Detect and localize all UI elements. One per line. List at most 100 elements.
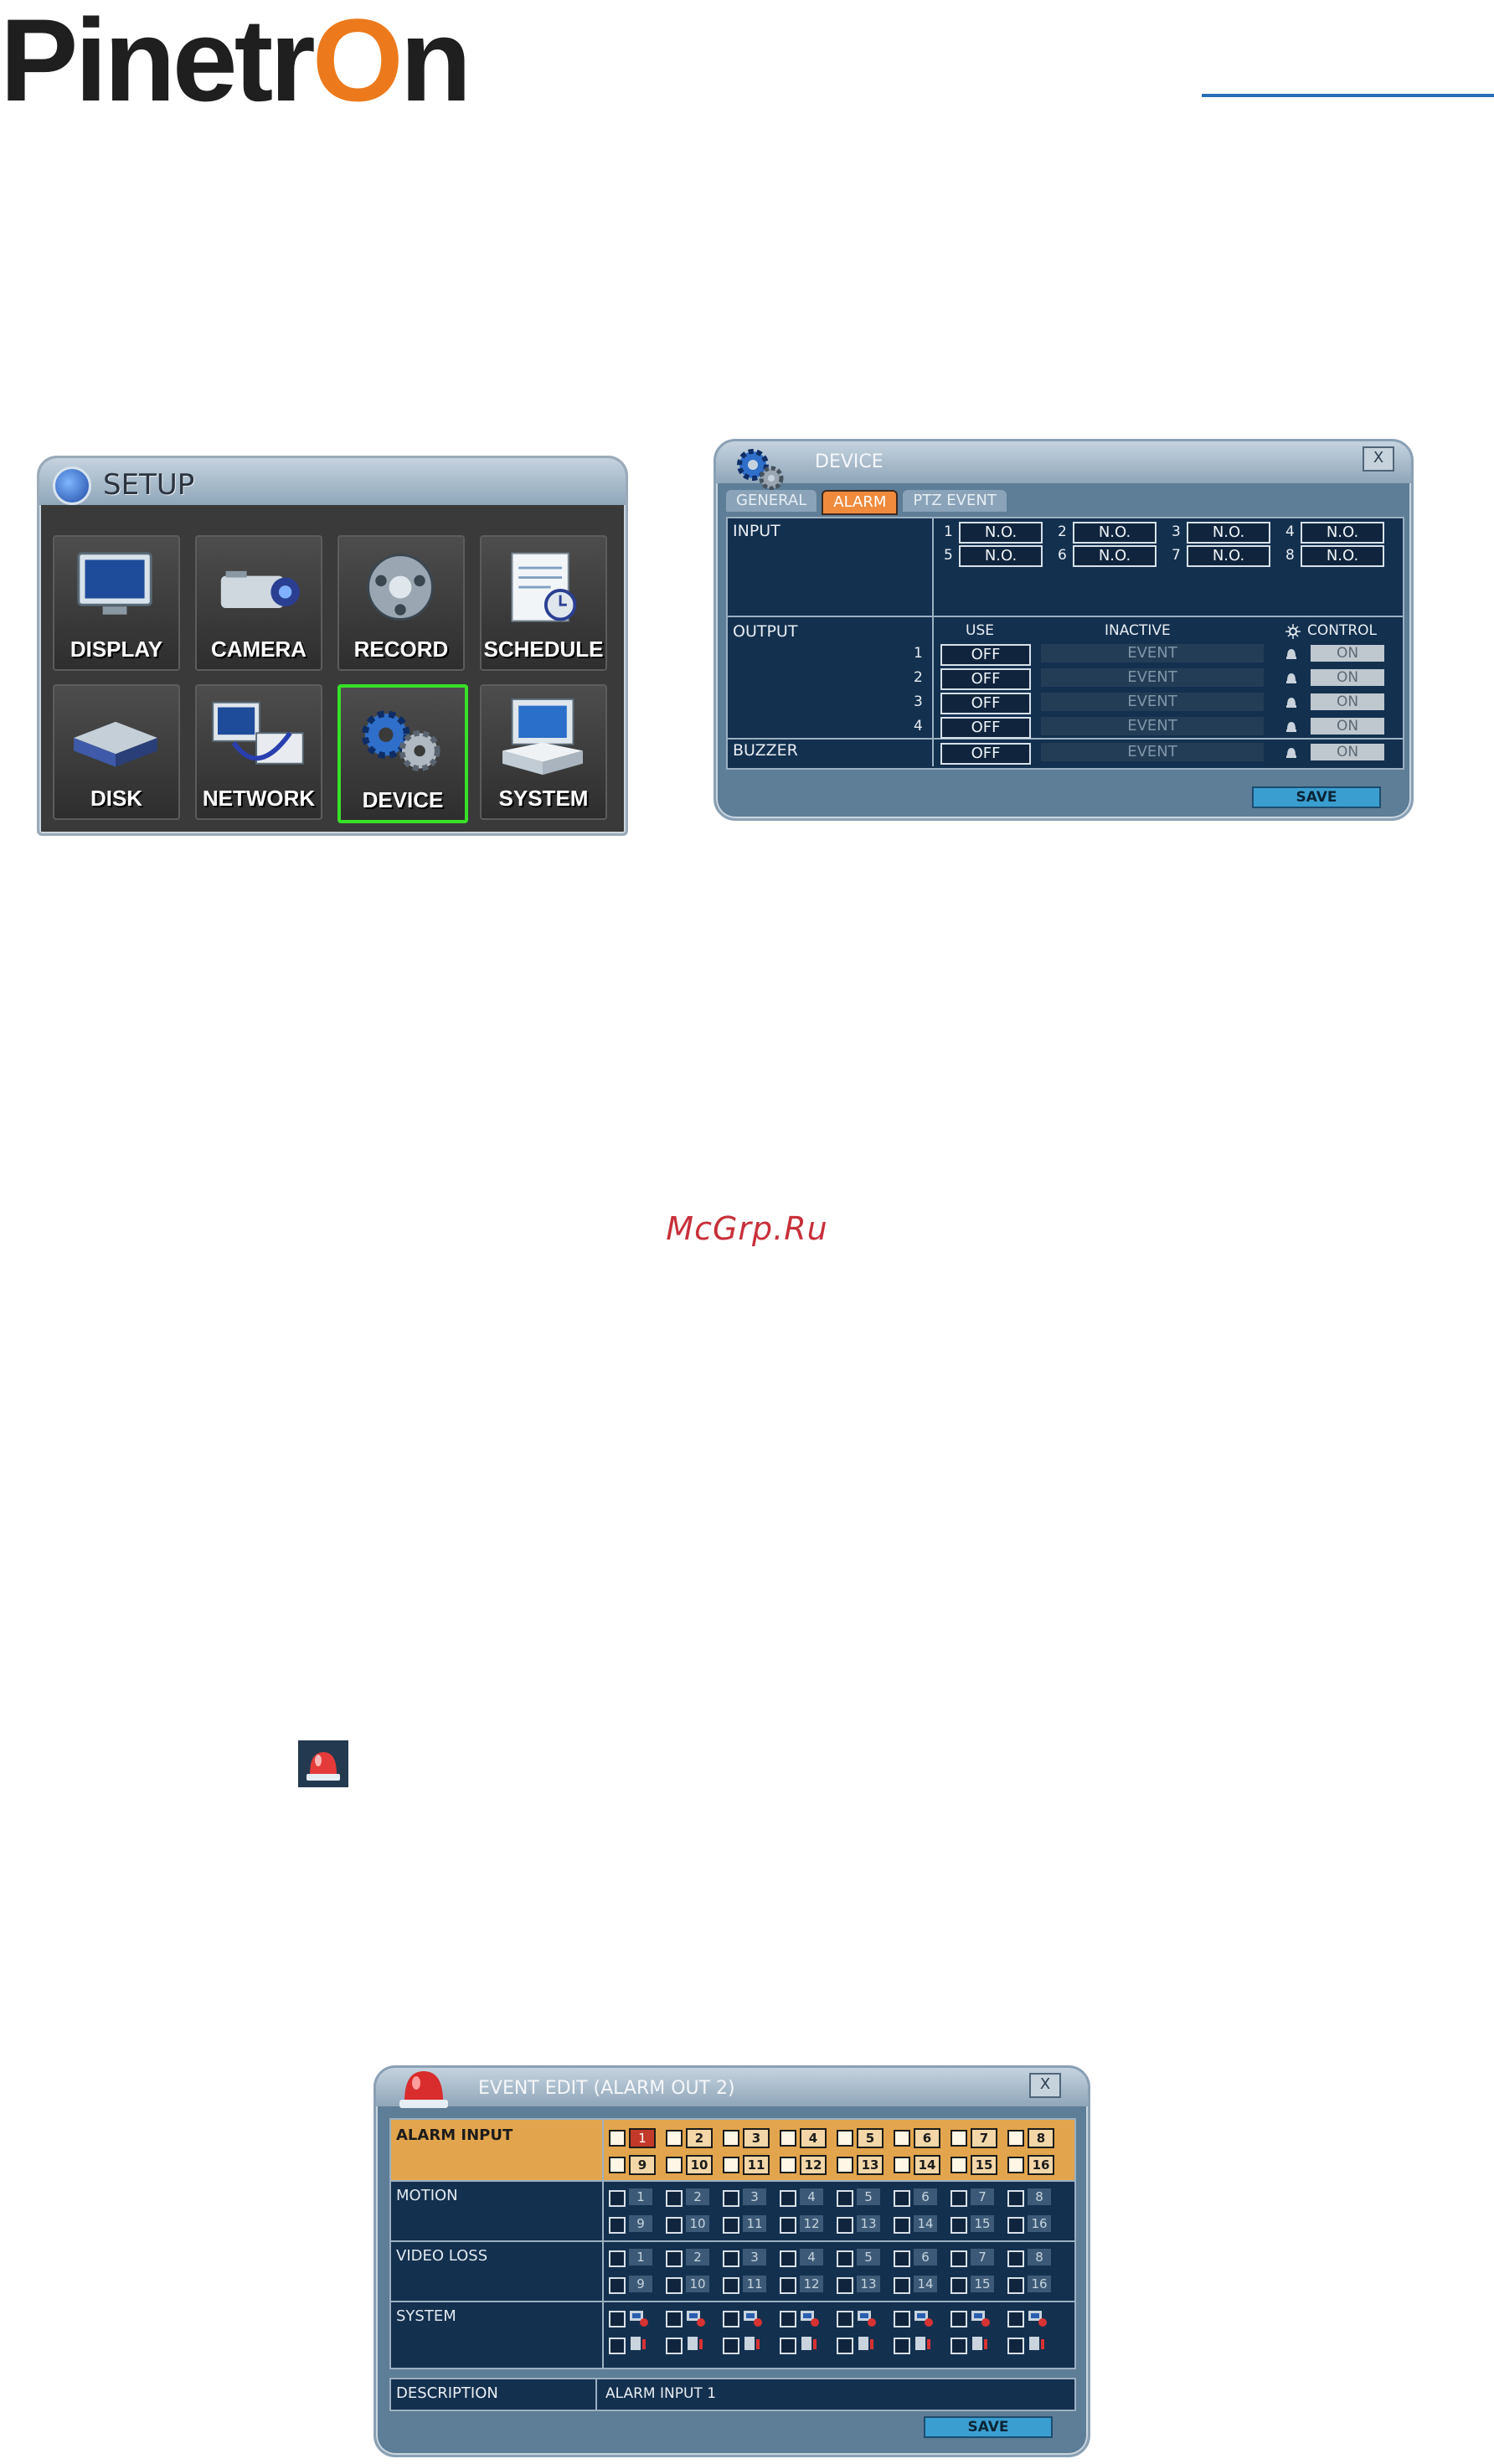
event-checkbox[interactable]	[950, 2190, 967, 2207]
event-checkbox[interactable]	[1007, 2250, 1024, 2267]
event-checkbox[interactable]	[950, 2277, 967, 2294]
event-checkbox[interactable]	[894, 2217, 910, 2234]
event-checkbox[interactable]	[723, 2157, 739, 2173]
close-icon[interactable]: X	[1363, 446, 1394, 472]
setup-tile-disk[interactable]: DISK	[53, 684, 180, 820]
event-checkbox[interactable]	[723, 2250, 739, 2267]
event-checkbox[interactable]	[894, 2277, 910, 2294]
inactive-select[interactable]: EVENT	[1041, 668, 1264, 687]
event-checkbox[interactable]	[666, 2157, 683, 2173]
use-select[interactable]: OFF	[940, 644, 1031, 666]
event-row-label[interactable]: VIDEO LOSS	[391, 2240, 602, 2301]
input-type-select[interactable]: N.O.	[1187, 522, 1270, 544]
event-checkbox[interactable]	[950, 2311, 967, 2327]
input-type-select[interactable]: N.O.	[1073, 545, 1157, 567]
event-checkbox[interactable]	[666, 2130, 683, 2147]
event-checkbox[interactable]	[1007, 2277, 1024, 2294]
tab-general[interactable]: GENERAL	[726, 490, 817, 512]
setup-tile-display[interactable]: DISPLAY	[53, 535, 180, 671]
event-checkbox[interactable]	[609, 2250, 626, 2267]
event-checkbox[interactable]	[723, 2217, 739, 2234]
inactive-select[interactable]: EVENT	[1041, 644, 1264, 662]
event-checkbox[interactable]	[1007, 2338, 1024, 2354]
event-checkbox[interactable]	[609, 2130, 626, 2147]
event-checkbox[interactable]	[950, 2250, 967, 2267]
event-checkbox[interactable]	[780, 2311, 796, 2327]
use-select[interactable]: OFF	[940, 743, 1031, 765]
description-value[interactable]: ALARM INPUT 1	[605, 2385, 716, 2402]
event-checkbox[interactable]	[780, 2157, 796, 2173]
input-type-select[interactable]: N.O.	[1301, 522, 1384, 544]
event-checkbox[interactable]	[780, 2130, 796, 2147]
event-checkbox[interactable]	[837, 2130, 853, 2147]
event-checkbox[interactable]	[780, 2217, 796, 2234]
event-checkbox[interactable]	[894, 2157, 910, 2173]
event-checkbox[interactable]	[837, 2157, 853, 2173]
event-checkbox[interactable]	[1007, 2190, 1024, 2207]
setup-tile-network[interactable]: NETWORK	[195, 684, 322, 820]
event-checkbox[interactable]	[723, 2338, 739, 2354]
setup-tile-record[interactable]: RECORD	[337, 535, 465, 671]
event-checkbox[interactable]	[609, 2277, 626, 2294]
event-checkbox[interactable]	[609, 2157, 626, 2173]
event-checkbox[interactable]	[837, 2311, 853, 2327]
control-on-button[interactable]: ON	[1311, 693, 1384, 710]
event-checkbox[interactable]	[950, 2130, 967, 2147]
input-type-select[interactable]: N.O.	[959, 545, 1043, 567]
control-on-button[interactable]: ON	[1311, 744, 1384, 760]
inactive-select[interactable]: EVENT	[1041, 693, 1264, 711]
event-checkbox[interactable]	[837, 2190, 853, 2207]
event-checkbox[interactable]	[1007, 2130, 1024, 2147]
input-type-select[interactable]: N.O.	[1301, 545, 1384, 567]
event-checkbox[interactable]	[666, 2217, 683, 2234]
tab-alarm[interactable]: ALARM	[822, 490, 899, 515]
event-checkbox[interactable]	[723, 2277, 739, 2294]
event-checkbox[interactable]	[780, 2250, 796, 2267]
close-icon[interactable]: X	[1029, 2073, 1061, 2098]
control-on-button[interactable]: ON	[1311, 669, 1384, 686]
save-button[interactable]: SAVE	[924, 2416, 1053, 2438]
event-checkbox[interactable]	[894, 2250, 910, 2267]
setup-tile-camera[interactable]: CAMERA	[195, 535, 322, 671]
event-checkbox[interactable]	[666, 2250, 683, 2267]
event-checkbox[interactable]	[723, 2190, 739, 2207]
event-checkbox[interactable]	[609, 2311, 626, 2327]
siren-icon[interactable]	[298, 1740, 348, 1787]
inactive-select[interactable]: EVENT	[1041, 743, 1264, 761]
inactive-select[interactable]: EVENT	[1041, 717, 1264, 735]
input-type-select[interactable]: N.O.	[1073, 522, 1157, 544]
event-checkbox[interactable]	[1007, 2217, 1024, 2234]
event-checkbox[interactable]	[894, 2190, 910, 2207]
use-select[interactable]: OFF	[940, 668, 1031, 690]
setup-tile-device[interactable]: DEVICE	[337, 684, 468, 823]
event-row-label[interactable]: ALARM INPUT	[391, 2120, 602, 2180]
tab-ptz-event[interactable]: PTZ EVENT	[903, 490, 1007, 512]
control-on-button[interactable]: ON	[1311, 718, 1384, 735]
event-checkbox[interactable]	[780, 2338, 796, 2354]
event-row-label[interactable]: MOTION	[391, 2180, 602, 2240]
event-row-label[interactable]: SYSTEM	[391, 2301, 602, 2361]
event-checkbox[interactable]	[837, 2217, 853, 2234]
event-checkbox[interactable]	[666, 2311, 683, 2327]
input-type-select[interactable]: N.O.	[959, 522, 1043, 544]
event-checkbox[interactable]	[950, 2217, 967, 2234]
use-select[interactable]: OFF	[940, 693, 1031, 714]
event-checkbox[interactable]	[1007, 2311, 1024, 2327]
event-checkbox[interactable]	[666, 2338, 683, 2354]
input-type-select[interactable]: N.O.	[1187, 545, 1270, 567]
event-checkbox[interactable]	[609, 2190, 626, 2207]
event-checkbox[interactable]	[780, 2190, 796, 2207]
event-checkbox[interactable]	[666, 2190, 683, 2207]
event-checkbox[interactable]	[666, 2277, 683, 2294]
event-checkbox[interactable]	[1007, 2157, 1024, 2173]
use-select[interactable]: OFF	[940, 717, 1031, 739]
event-checkbox[interactable]	[780, 2277, 796, 2294]
setup-tile-schedule[interactable]: SCHEDULE	[480, 535, 607, 671]
event-checkbox[interactable]	[950, 2338, 967, 2354]
setup-tile-system[interactable]: SYSTEM	[480, 684, 607, 820]
event-checkbox[interactable]	[837, 2338, 853, 2354]
event-checkbox[interactable]	[950, 2157, 967, 2173]
event-checkbox[interactable]	[894, 2338, 910, 2354]
event-checkbox[interactable]	[609, 2338, 626, 2354]
event-checkbox[interactable]	[609, 2217, 626, 2234]
